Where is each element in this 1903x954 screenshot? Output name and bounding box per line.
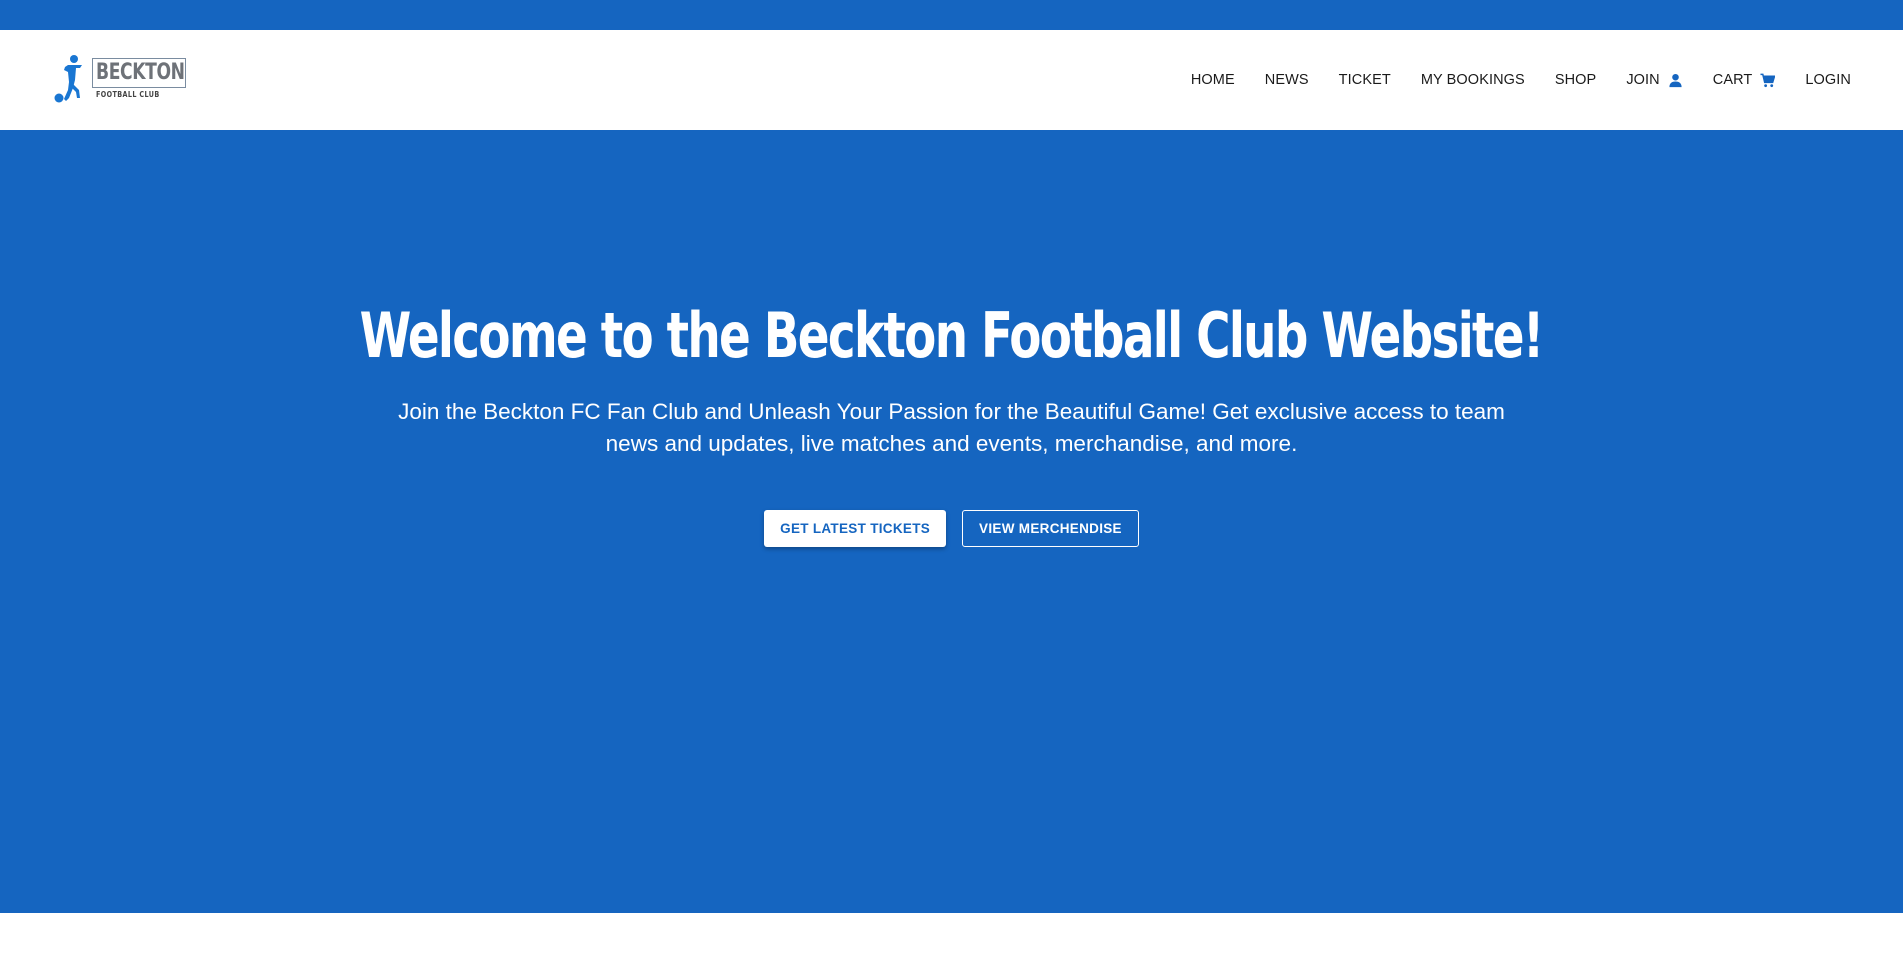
logo-tagline: FOOTBALL CLUB <box>96 89 160 99</box>
person-icon <box>1669 73 1682 87</box>
main-nav: HOME NEWS TICKET MY BOOKINGS SHOP JOIN C… <box>1191 72 1851 88</box>
nav-home-label: HOME <box>1190 72 1235 88</box>
hero-title: Welcome to the Beckton Football Club Web… <box>360 299 1545 372</box>
hero-subtitle: Join the Beckton FC Fan Club and Unleash… <box>398 399 1505 457</box>
hero-actions: GET LATEST TICKETS VIEW MERCHENDISE <box>764 510 1139 548</box>
hero-section: Welcome to the Beckton Football Club Web… <box>0 130 1903 913</box>
nav-shop-label: SHOP <box>1554 72 1597 88</box>
nav-ticket-label: TICKET <box>1338 72 1391 88</box>
site-header: BECKTON FOOTBALL CLUB HOME NEWS TICKET M… <box>0 30 1903 130</box>
nav-join-label: JOIN <box>1626 72 1660 88</box>
logo-name-box: BECKTON <box>92 57 186 88</box>
nav-my-bookings-label: MY BOOKINGS <box>1420 72 1525 88</box>
nav-my-bookings[interactable]: MY BOOKINGS <box>1421 72 1525 88</box>
logo-name: BECKTON <box>96 60 185 85</box>
footballer-logo-icon <box>54 55 82 103</box>
nav-ticket[interactable]: TICKET <box>1339 72 1391 88</box>
nav-shop[interactable]: SHOP <box>1555 72 1597 88</box>
nav-join[interactable]: JOIN <box>1626 72 1682 88</box>
nav-cart[interactable]: CART <box>1713 72 1776 88</box>
view-merchandise-button[interactable]: VIEW MERCHENDISE <box>962 510 1139 548</box>
nav-news[interactable]: NEWS <box>1265 72 1309 88</box>
nav-login[interactable]: LOGIN <box>1805 72 1851 88</box>
get-latest-tickets-button[interactable]: GET LATEST TICKETS <box>764 510 947 548</box>
site-logo[interactable]: BECKTON FOOTBALL CLUB <box>52 54 186 106</box>
nav-home[interactable]: HOME <box>1191 72 1235 88</box>
nav-login-label: LOGIN <box>1805 72 1851 88</box>
top-accent-bar <box>0 0 1903 30</box>
cart-icon <box>1760 73 1776 87</box>
nav-cart-label: CART <box>1712 72 1753 88</box>
nav-news-label: NEWS <box>1264 72 1309 88</box>
logo-wordmark: BECKTON FOOTBALL CLUB <box>92 57 186 99</box>
